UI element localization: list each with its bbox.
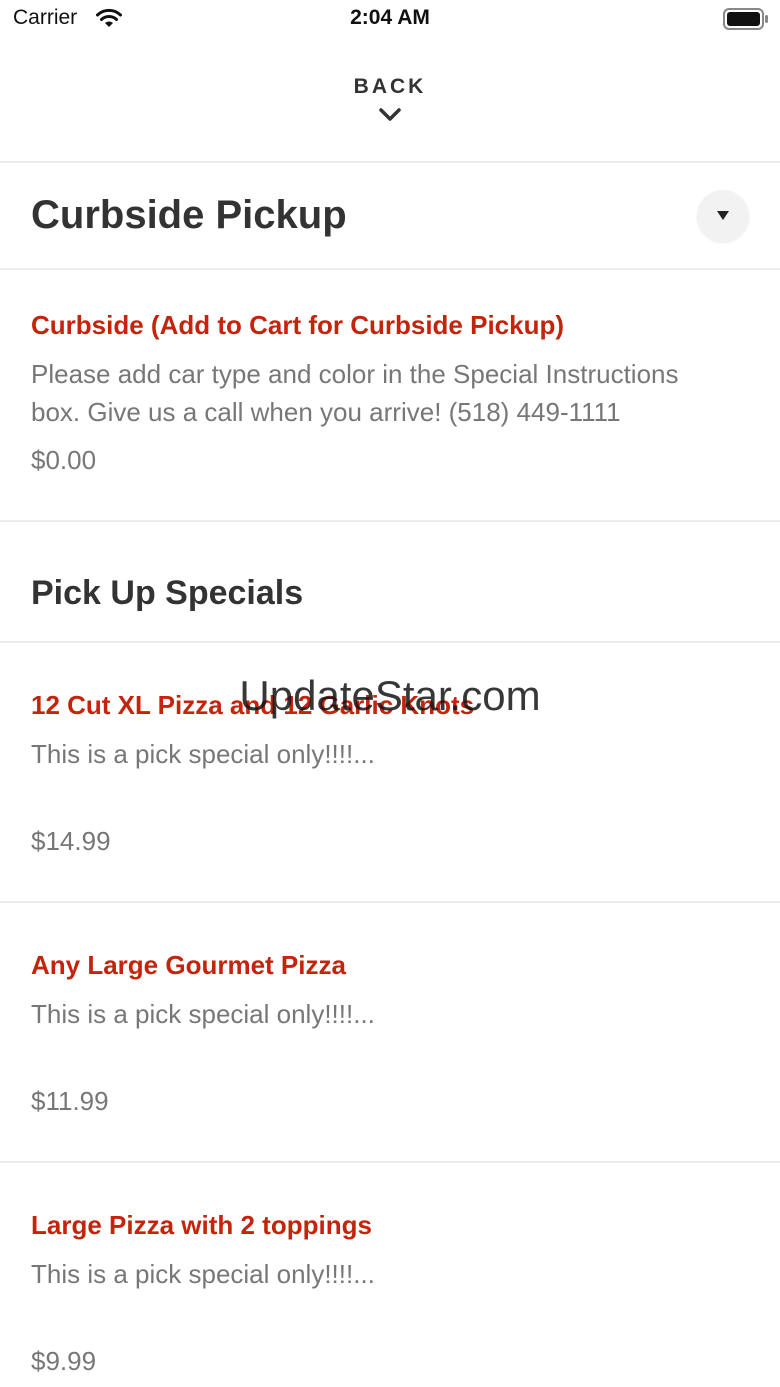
item-description: This is a pick special only!!!!...: [31, 1259, 375, 1289]
menu-item-xl-pizza-garlic-knots[interactable]: 12 Cut XL Pizza and 12 Garlic Knots This…: [0, 643, 780, 903]
item-price: $11.99: [31, 1086, 109, 1116]
wifi-icon: [95, 7, 123, 29]
chevron-down-icon: [379, 108, 401, 121]
triangle-down-icon: [717, 211, 729, 220]
item-price: $0.00: [31, 445, 97, 475]
section-header-pickup-specials: Pick Up Specials: [0, 522, 780, 643]
item-description: Please add car type and color in the Spe…: [31, 359, 679, 427]
section-toggle-button[interactable]: [697, 190, 749, 242]
menu-item-large-gourmet-pizza[interactable]: Any Large Gourmet Pizza This is a pick s…: [0, 903, 780, 1163]
menu-item-curbside[interactable]: Curbside (Add to Cart for Curbside Picku…: [0, 270, 780, 522]
battery-icon: [723, 8, 769, 30]
section-title-pickup-specials: Pick Up Specials: [31, 574, 304, 612]
item-name: Curbside (Add to Cart for Curbside Picku…: [31, 310, 565, 340]
item-price: $9.99: [31, 1346, 97, 1376]
item-name: Large Pizza with 2 toppings: [31, 1210, 372, 1240]
item-description: This is a pick special only!!!!...: [31, 739, 375, 769]
section-header-curbside: Curbside Pickup: [0, 163, 780, 270]
item-description: This is a pick special only!!!!...: [31, 999, 375, 1029]
status-bar: Carrier 2:04 AM: [0, 0, 780, 40]
item-name: 12 Cut XL Pizza and 12 Garlic Knots: [31, 690, 475, 720]
menu-item-large-pizza-two-toppings[interactable]: Large Pizza with 2 toppings This is a pi…: [0, 1163, 780, 1387]
back-button[interactable]: BACK: [0, 60, 780, 163]
back-label: BACK: [353, 75, 427, 98]
item-price: $14.99: [31, 826, 111, 856]
item-name: Any Large Gourmet Pizza: [31, 950, 346, 980]
carrier-label: Carrier: [13, 6, 78, 29]
section-title-curbside: Curbside Pickup: [31, 193, 347, 237]
